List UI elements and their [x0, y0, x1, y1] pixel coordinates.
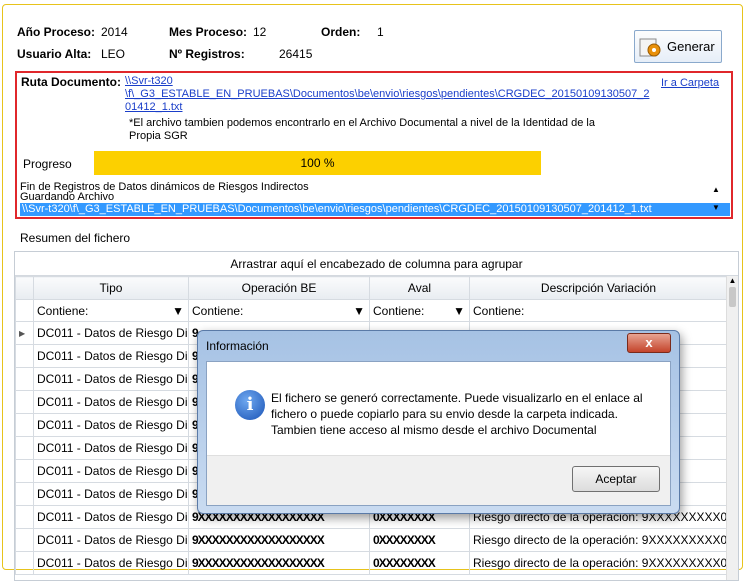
dialog-message: El fichero se generó correctamente. Pued…	[271, 391, 643, 437]
filter-icon: ▼	[353, 303, 365, 318]
table-row[interactable]: DC011 - Datos de Riesgo Di... 9XXXXXXXXXX…	[15, 528, 728, 552]
progreso-label: Progreso	[23, 157, 72, 171]
row-indicator	[15, 390, 34, 414]
info-icon: i	[235, 390, 265, 420]
ruta-link-line1[interactable]: \\Svr-t320	[125, 75, 649, 88]
ir-carpeta-link[interactable]: Ir a Carpeta	[661, 77, 719, 89]
orden-label: Orden:	[321, 25, 361, 39]
registros-value: 26415	[279, 47, 313, 61]
group-by-area[interactable]: Arrastrar aquí el encabezado de columna …	[15, 252, 738, 276]
grid-vertical-scrollbar[interactable]: ▲	[726, 276, 738, 580]
cell-aval[interactable]: 0XXXXXXXX	[369, 551, 470, 575]
log-line-selected[interactable]: \\Svr-t320\f\_G3_ESTABLE_EN_PRUEBAS\Docu…	[20, 203, 730, 216]
log-list[interactable]: Fin de Registros de Datos dinámicos de R…	[20, 181, 730, 218]
cell-tipo[interactable]: DC011 - Datos de Riesgo Di...	[33, 413, 189, 437]
col-header-aval[interactable]: Aval	[369, 276, 470, 300]
col-header-descripcion[interactable]: Descripción Variación	[469, 276, 728, 300]
cell-tipo[interactable]: DC011 - Datos de Riesgo Di...	[33, 344, 189, 368]
registros-label: Nº Registros:	[169, 47, 245, 61]
anio-value: 2014	[101, 25, 128, 39]
cell-operacion[interactable]: 9XXXXXXXXXXXXXXXXXX	[188, 551, 370, 575]
cell-tipo[interactable]: DC011 - Datos de Riesgo Di...	[33, 321, 189, 345]
row-indicator	[15, 344, 34, 368]
scroll-thumb[interactable]	[729, 287, 736, 307]
row-indicator	[15, 482, 34, 506]
dialog-footer: Aceptar	[207, 455, 670, 505]
scroll-down-icon[interactable]: ▼	[709, 199, 723, 217]
anio-label: Año Proceso:	[17, 25, 96, 39]
col-header-tipo[interactable]: Tipo	[33, 276, 189, 300]
cell-tipo[interactable]: DC011 - Datos de Riesgo Di...	[33, 436, 189, 460]
row-indicator	[15, 436, 34, 460]
close-icon[interactable]: x	[627, 333, 671, 353]
cell-tipo[interactable]: DC011 - Datos de Riesgo Di...	[33, 390, 189, 414]
scroll-up-icon[interactable]: ▲	[727, 276, 738, 285]
resumen-label: Resumen del fichero	[20, 231, 131, 245]
filter-icon: ▼	[172, 303, 184, 318]
table-row[interactable]: DC011 - Datos de Riesgo Di... 9XXXXXXXXXX…	[15, 551, 728, 575]
filter-aval[interactable]: Contiene: ▼	[369, 299, 470, 322]
cell-tipo[interactable]: DC011 - Datos de Riesgo Di...	[33, 505, 189, 529]
cell-tipo[interactable]: DC011 - Datos de Riesgo Di...	[33, 528, 189, 552]
cell-tipo[interactable]: DC011 - Datos de Riesgo Di...	[33, 367, 189, 391]
ruta-note-line2: Propia SGR	[129, 130, 188, 142]
cell-aval[interactable]: 0XXXXXXXX	[369, 528, 470, 552]
col-header-operacion[interactable]: Operación BE	[188, 276, 370, 300]
progress-bar: 100 %	[94, 151, 541, 175]
generate-gear-icon	[639, 36, 661, 58]
ruta-link-line3[interactable]: 01412_1.txt	[125, 101, 649, 114]
cell-descripcion[interactable]: Riesgo directo de la operación: 9XXXXXXX…	[469, 528, 728, 552]
scroll-up-icon[interactable]: ▲	[709, 181, 723, 199]
ruta-link-line2[interactable]: \f\_G3_ESTABLE_EN_PRUEBAS\Documentos\be\…	[125, 88, 649, 101]
usuario-label: Usuario Alta:	[17, 47, 92, 61]
ruta-note-line1: *El archivo tambien podemos encontrarlo …	[129, 117, 595, 129]
progress-value: 100 %	[300, 156, 335, 170]
row-indicator	[15, 459, 34, 483]
ruta-note: *El archivo tambien podemos encontrarlo …	[129, 117, 595, 143]
filter-descripcion[interactable]: Contiene:	[469, 299, 728, 322]
ruta-link[interactable]: \\Svr-t320 \f\_G3_ESTABLE_EN_PRUEBAS\Doc…	[125, 75, 649, 114]
filter-indicator-cell	[15, 299, 34, 322]
mes-label: Mes Proceso:	[169, 25, 248, 39]
generar-button[interactable]: Generar	[634, 30, 722, 63]
row-indicator	[15, 551, 34, 575]
row-indicator	[15, 413, 34, 437]
usuario-value: LEO	[101, 47, 126, 61]
cell-tipo[interactable]: DC011 - Datos de Riesgo Di...	[33, 459, 189, 483]
cell-operacion[interactable]: 9XXXXXXXXXXXXXXXXXX	[188, 528, 370, 552]
info-dialog: Información x i El fichero se generó cor…	[197, 330, 680, 514]
cell-descripcion[interactable]: Riesgo directo de la operación: 9XXXXXXX…	[469, 551, 728, 575]
row-indicator-header	[15, 276, 34, 300]
generar-label: Generar	[667, 39, 715, 54]
ruta-label: Ruta Documento:	[21, 75, 121, 89]
row-indicator: ▶	[15, 321, 34, 345]
orden-value: 1	[377, 25, 384, 39]
log-scrollbar[interactable]: ▲ ▼	[709, 181, 723, 218]
cell-tipo[interactable]: DC011 - Datos de Riesgo Di...	[33, 482, 189, 506]
row-indicator	[15, 528, 34, 552]
filter-tipo[interactable]: Contiene: ▼	[33, 299, 189, 322]
aceptar-button[interactable]: Aceptar	[572, 466, 660, 492]
dialog-title: Información	[206, 339, 269, 353]
dialog-body: i El fichero se generó correctamente. Pu…	[206, 361, 671, 506]
row-indicator	[15, 367, 34, 391]
row-indicator	[15, 505, 34, 529]
cell-tipo[interactable]: DC011 - Datos de Riesgo Di...	[33, 551, 189, 575]
filter-operacion[interactable]: Contiene: ▼	[188, 299, 370, 322]
mes-value: 12	[253, 25, 267, 39]
filter-icon: ▼	[453, 303, 465, 318]
